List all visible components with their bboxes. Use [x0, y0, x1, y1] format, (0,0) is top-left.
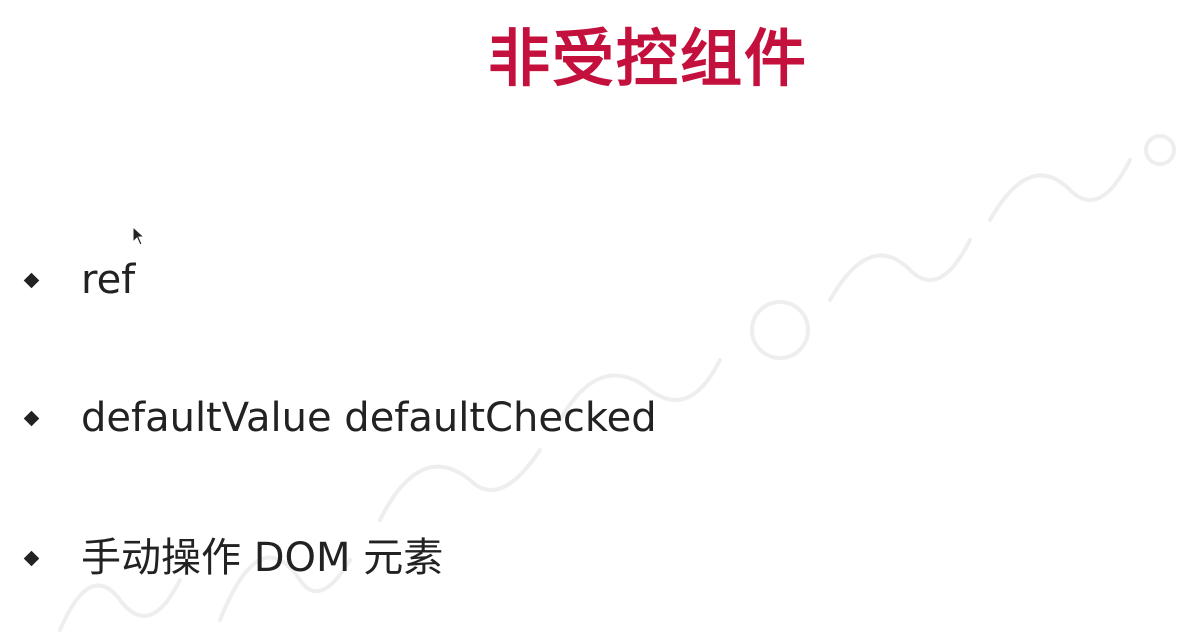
slide: 非受控组件 ref defaultValue defaultChecked 手动…: [0, 0, 1195, 642]
bullet-item-ref: ref: [22, 256, 135, 304]
diamond-bullet-icon: [23, 410, 40, 426]
bullet-item-default-value: defaultValue defaultChecked: [22, 394, 657, 442]
slide-title: 非受控组件: [488, 22, 809, 95]
diamond-bullet-icon: [23, 272, 40, 288]
bullet-text: ref: [81, 257, 136, 303]
bullet-text: defaultValue defaultChecked: [81, 395, 657, 441]
bullet-text: 手动操作 DOM 元素: [81, 535, 444, 581]
bullet-item-manual-dom: 手动操作 DOM 元素: [22, 534, 443, 582]
mouse-cursor-icon: [132, 226, 146, 246]
diamond-bullet-icon: [23, 550, 40, 566]
